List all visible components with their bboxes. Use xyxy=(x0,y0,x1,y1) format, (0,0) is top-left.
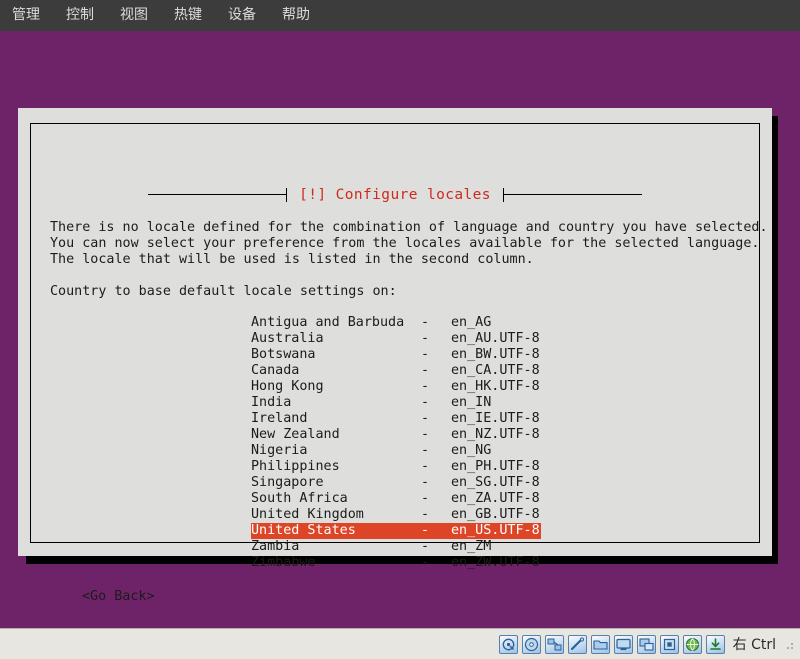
locale-separator: - xyxy=(421,427,430,442)
usb-icon[interactable] xyxy=(567,634,587,654)
locale-separator: - xyxy=(421,459,430,474)
locale-separator: - xyxy=(421,507,430,522)
network-icon[interactable] xyxy=(544,634,564,654)
locale-row[interactable]: Philippines - en_PH.UTF-8 xyxy=(251,459,541,475)
locale-code: en_PH.UTF-8 xyxy=(451,459,540,474)
locale-row[interactable]: India - en_IN xyxy=(251,395,541,411)
locale-row[interactable]: Botswana - en_BW.UTF-8 xyxy=(251,347,541,363)
locale-country: South Africa xyxy=(251,491,348,506)
globe-icon[interactable] xyxy=(682,634,702,654)
dialog-description: There is no locale defined for the combi… xyxy=(50,220,768,267)
locale-separator: - xyxy=(421,395,430,410)
locale-row[interactable]: Nigeria - en_NG xyxy=(251,443,541,459)
menu-manage[interactable]: 管理 xyxy=(10,0,52,31)
locale-row[interactable]: Ireland - en_IE.UTF-8 xyxy=(251,411,541,427)
locale-row[interactable]: United Kingdom - en_GB.UTF-8 xyxy=(251,507,541,523)
remote-display-icon[interactable] xyxy=(636,634,656,654)
locale-row[interactable]: Australia - en_AU.UTF-8 xyxy=(251,331,541,347)
locale-code: en_NZ.UTF-8 xyxy=(451,427,540,442)
locale-separator: - xyxy=(421,347,430,362)
locale-code: en_NG xyxy=(451,443,492,458)
hard-disk-icon[interactable] xyxy=(498,634,518,654)
locale-country: Ireland xyxy=(251,411,308,426)
menu-bar: 管理 控制 视图 热键 设备 帮助 xyxy=(0,0,800,31)
locale-code: en_HK.UTF-8 xyxy=(451,379,540,394)
locale-country: Hong Kong xyxy=(251,379,324,394)
locale-code: en_AU.UTF-8 xyxy=(451,331,540,346)
locale-country: New Zealand xyxy=(251,427,340,442)
cd-dvd-icon[interactable] xyxy=(521,634,541,654)
download-icon[interactable] xyxy=(705,634,725,654)
dialog-prompt: Country to base default locale settings … xyxy=(50,284,397,299)
locale-row[interactable]: New Zealand - en_NZ.UTF-8 xyxy=(251,427,541,443)
display-icon[interactable] xyxy=(613,634,633,654)
vm-window: 管理 控制 视图 热键 设备 帮助 [!] Configure locales … xyxy=(0,0,800,659)
cpu-icon[interactable] xyxy=(659,634,679,654)
locale-separator: - xyxy=(421,491,430,506)
locale-separator: - xyxy=(421,315,430,330)
locale-code: en_SG.UTF-8 xyxy=(451,475,540,490)
locale-code: en_AG xyxy=(451,315,492,330)
locale-separator: - xyxy=(421,555,430,570)
locale-country: Singapore xyxy=(251,475,324,490)
locale-separator: - xyxy=(421,523,430,538)
locale-country: Canada xyxy=(251,363,300,378)
menu-view[interactable]: 视图 xyxy=(118,0,160,31)
locale-separator: - xyxy=(421,411,430,426)
locale-separator: - xyxy=(421,331,430,346)
locale-country: United States xyxy=(251,523,356,538)
locale-row[interactable]: Hong Kong - en_HK.UTF-8 xyxy=(251,379,541,395)
menu-device[interactable]: 设备 xyxy=(226,0,268,31)
locale-row[interactable]: United States - en_US.UTF-8 xyxy=(251,523,541,539)
locale-code: en_US.UTF-8 xyxy=(451,523,540,538)
locale-row[interactable]: South Africa - en_ZA.UTF-8 xyxy=(251,491,541,507)
locale-country: Botswana xyxy=(251,347,316,362)
menu-hotkey[interactable]: 热键 xyxy=(172,0,214,31)
locale-code: en_GB.UTF-8 xyxy=(451,507,540,522)
locale-country: United Kingdom xyxy=(251,507,364,522)
host-key-label: 右 Ctrl xyxy=(732,637,776,653)
locale-code: en_ZA.UTF-8 xyxy=(451,491,540,506)
locale-code: en_ZW.UTF-8 xyxy=(451,555,540,570)
locale-country: Zambia xyxy=(251,539,300,554)
locale-row[interactable]: Canada - en_CA.UTF-8 xyxy=(251,363,541,379)
locale-country: Nigeria xyxy=(251,443,308,458)
locale-country: Antigua and Barbuda xyxy=(251,315,405,330)
locale-country: India xyxy=(251,395,292,410)
menu-help[interactable]: 帮助 xyxy=(280,0,322,31)
locale-code: en_ZM xyxy=(451,539,492,554)
configure-locales-dialog: [!] Configure locales There is no locale… xyxy=(18,108,772,604)
locale-separator: - xyxy=(421,379,430,394)
locale-separator: - xyxy=(421,539,430,554)
locale-code: en_IE.UTF-8 xyxy=(451,411,540,426)
locale-separator: - xyxy=(421,363,430,378)
resize-grip[interactable] xyxy=(782,638,794,650)
locale-row[interactable]: Singapore - en_SG.UTF-8 xyxy=(251,475,541,491)
vm-console-screen: [!] Configure locales There is no locale… xyxy=(0,31,800,628)
locale-separator: - xyxy=(421,475,430,490)
locale-list[interactable]: Antigua and Barbuda - en_AG Australia - en_AU… xyxy=(251,315,541,571)
locale-country: Australia xyxy=(251,331,324,346)
locale-row[interactable]: Zimbabwe - en_ZW.UTF-8 xyxy=(251,555,541,571)
locale-country: Zimbabwe xyxy=(251,555,316,570)
locale-code: en_IN xyxy=(451,395,492,410)
locale-row[interactable]: Antigua and Barbuda - en_AG xyxy=(251,315,541,331)
vm-status-bar: 右 Ctrl xyxy=(0,628,800,659)
locale-code: en_CA.UTF-8 xyxy=(451,363,540,378)
locale-country: Philippines xyxy=(251,459,340,474)
locale-row[interactable]: Zambia - en_ZM xyxy=(251,539,541,555)
menu-control[interactable]: 控制 xyxy=(64,0,106,31)
shared-folder-icon[interactable] xyxy=(590,634,610,654)
locale-code: en_BW.UTF-8 xyxy=(451,347,540,362)
locale-separator: - xyxy=(421,443,430,458)
go-back-button[interactable]: <Go Back> xyxy=(82,589,155,605)
